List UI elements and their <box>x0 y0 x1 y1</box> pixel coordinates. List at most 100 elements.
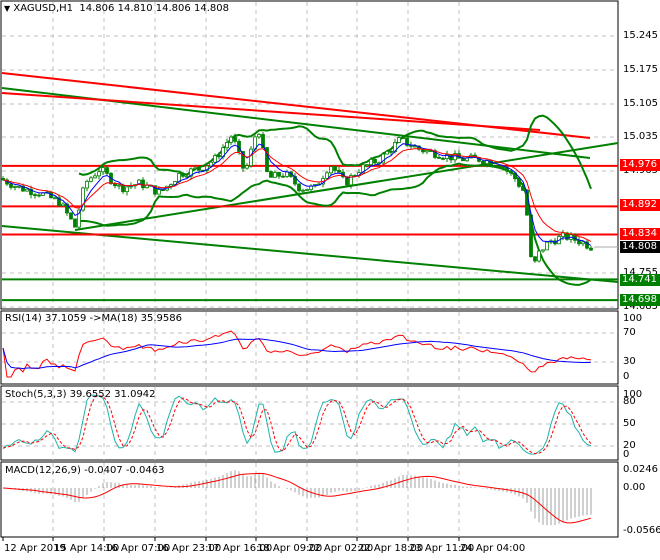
candle-body <box>493 164 497 167</box>
level-tag-14834: 14.834 <box>620 228 660 240</box>
candle-body <box>185 175 189 178</box>
candle-body <box>13 186 17 188</box>
candle-body <box>533 256 537 262</box>
candle-body <box>245 165 249 169</box>
stoch-tick: 80 <box>623 396 636 407</box>
candle-body <box>233 136 237 142</box>
candle-body <box>89 177 93 182</box>
current-price-tag: 14.808 <box>620 241 660 253</box>
candle-body <box>461 157 465 162</box>
macd-tick: 0.0246 <box>623 464 658 475</box>
candle-body <box>97 171 101 177</box>
candle-body <box>117 184 121 187</box>
candle-body <box>329 166 333 174</box>
stoch-lines <box>2 394 592 455</box>
candle-body <box>385 150 389 155</box>
price-tick: 15.105 <box>623 98 658 109</box>
candle-body <box>273 172 277 178</box>
candle-body <box>337 170 341 173</box>
candle-body <box>269 171 273 178</box>
candle-body <box>141 179 145 189</box>
axis-ticks <box>2 537 460 541</box>
chart-canvas[interactable] <box>0 0 660 560</box>
candle-body <box>25 188 29 192</box>
candle-body <box>437 157 441 159</box>
rsi-lines <box>2 330 592 378</box>
macd-tick: 0.00 <box>623 482 646 493</box>
candle-body <box>441 157 445 160</box>
candle-body <box>537 250 541 262</box>
candle-body <box>277 172 281 177</box>
candle-body <box>305 189 309 191</box>
rsi-line <box>2 330 592 378</box>
triangle-down-icon[interactable]: ▼ <box>4 4 10 13</box>
candle-body <box>125 186 129 193</box>
candle-body <box>33 194 37 197</box>
main-panel-frame <box>0 0 619 310</box>
candle-body <box>285 171 289 177</box>
candle-body <box>281 175 285 178</box>
macd-signal-line <box>2 472 592 524</box>
candle-body <box>529 214 533 258</box>
candle-body <box>257 134 261 138</box>
candle-body <box>541 249 545 252</box>
candle-body <box>53 197 57 200</box>
candle-body <box>481 160 485 165</box>
stoch-tick: 0 <box>623 449 630 460</box>
candle-body <box>197 167 201 171</box>
candle-body <box>9 183 13 188</box>
price-tick: 15.035 <box>623 131 658 142</box>
candle-body <box>561 232 565 237</box>
candle-body <box>333 166 337 171</box>
candle-body <box>577 239 581 245</box>
candle-body <box>581 241 585 245</box>
candle-body <box>213 155 217 163</box>
ohlc-open: 14.806 <box>79 3 115 14</box>
ohlc-high: 14.810 <box>117 3 153 14</box>
candle-body <box>217 155 221 158</box>
candle-body <box>209 161 213 167</box>
candle-body <box>121 184 125 193</box>
bollinger-bands <box>78 114 592 286</box>
symbol-label: XAGUSD,H1 <box>13 3 74 14</box>
chart-header: ▼ XAGUSD,H1 14.806 14.810 14.806 14.808 <box>4 3 229 14</box>
candle-body <box>589 247 593 251</box>
candle-body <box>425 150 429 153</box>
candle-body <box>229 136 233 143</box>
stoch-signal-line <box>2 394 592 455</box>
candle-body <box>501 166 505 169</box>
rsi-tick: 0 <box>623 371 630 382</box>
macd-tick: -0.0566 <box>623 525 660 536</box>
panel-frames <box>0 0 619 538</box>
stoch-label: Stoch(5,3,3) 39.6552 31.0942 <box>5 389 156 400</box>
stoch-tick: 50 <box>623 418 636 429</box>
macd-plot <box>2 470 592 526</box>
candle-body <box>297 183 301 192</box>
macd-label: MACD(12,26,9) -0.0407 -0.0463 <box>5 465 165 476</box>
ohlc-low: 14.806 <box>155 3 191 14</box>
candle-body <box>181 173 185 177</box>
candle-body <box>85 180 89 189</box>
candle-body <box>157 189 161 195</box>
candle-body <box>401 137 405 139</box>
candle-body <box>17 185 21 188</box>
level-tag-14976: 14.976 <box>620 159 660 171</box>
candle-body <box>545 241 549 251</box>
rsi-tick: 100 <box>623 313 643 324</box>
candle-body <box>325 172 329 179</box>
rsi-tick: 30 <box>623 356 636 367</box>
candle-body <box>101 167 105 173</box>
rsi-tick: 70 <box>623 327 636 338</box>
candle-body <box>301 189 305 192</box>
candle-body <box>373 159 377 164</box>
candle-body <box>389 150 393 153</box>
level-tag-14741: 14.741 <box>620 274 660 286</box>
time-tick-label: 24 Apr 04:00 <box>460 543 526 554</box>
candle-body <box>225 142 229 149</box>
candle-body <box>397 137 401 143</box>
candle-body <box>193 167 197 170</box>
candle-body <box>61 203 65 207</box>
candle-body <box>161 189 165 191</box>
candle-body <box>517 178 521 187</box>
candle-body <box>93 175 97 179</box>
